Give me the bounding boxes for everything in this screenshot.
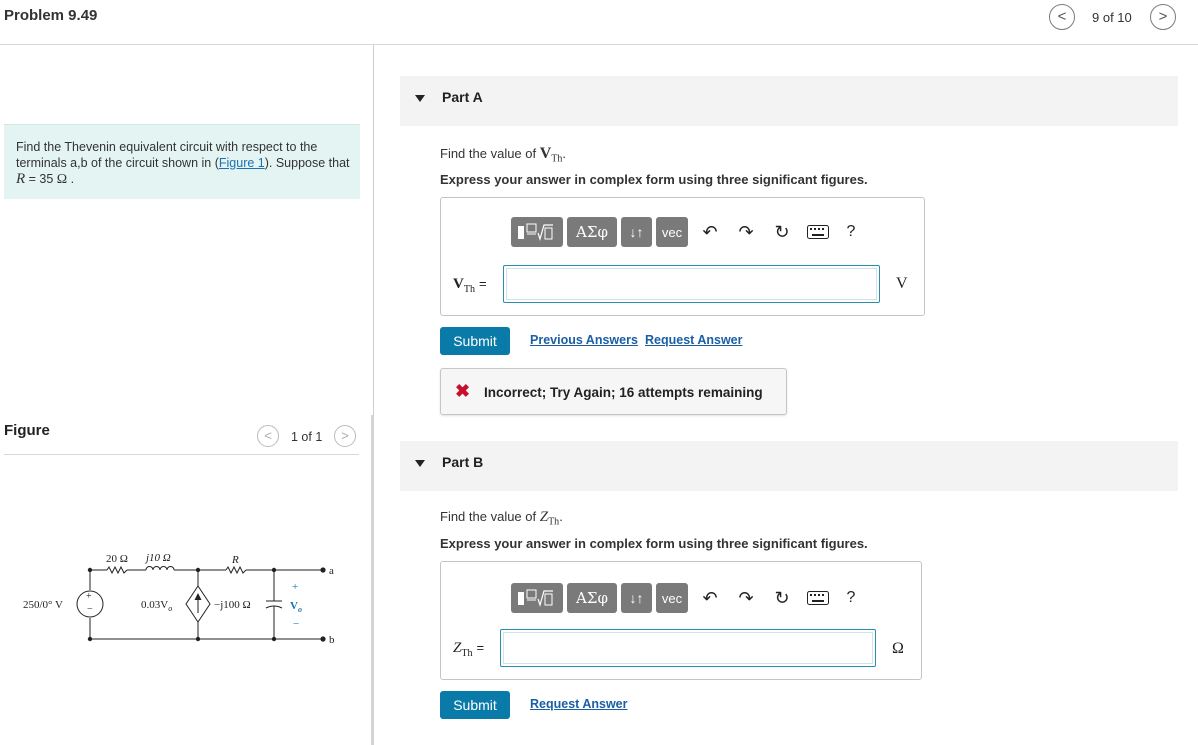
left-pane: Find the Thevenin equivalent circuit wit…	[0, 45, 373, 745]
part-b-answer-label: ZTh =	[453, 640, 485, 659]
part-a-label: Part A	[442, 89, 483, 105]
keyboard-icon[interactable]	[800, 217, 836, 247]
template-button[interactable]	[511, 583, 563, 613]
circuit-diagram: + − 20 Ω j10 Ω R a b 250/0° V 0.03Vo −j1…	[23, 552, 335, 646]
label-20ohm: 20 Ω	[106, 553, 128, 565]
figure-prev-button[interactable]: <	[257, 425, 279, 447]
template-icon	[518, 223, 553, 242]
greek-button[interactable]: ΑΣφ	[567, 217, 617, 247]
label-capacitor: −j100 Ω	[214, 599, 251, 611]
feedback-text: Incorrect; Try Again; 16 attempts remain…	[484, 385, 763, 400]
intro-text-2: ). Suppose that	[264, 156, 350, 170]
vo-plus: +	[292, 581, 298, 593]
part-a-unit: V	[896, 275, 908, 292]
collapse-arrow-icon[interactable]	[415, 95, 425, 102]
help-button[interactable]: ?	[836, 589, 866, 607]
subscript-button[interactable]: ↓↑	[621, 217, 652, 247]
part-b-request-answer-link[interactable]: Request Answer	[530, 697, 627, 711]
part-b-unit: Ω	[892, 640, 904, 657]
label-j10: j10 Ω	[144, 552, 171, 564]
intro-end: .	[67, 172, 75, 186]
feedback-message: ✖ Incorrect; Try Again; 16 attempts rema…	[440, 368, 787, 415]
part-a-request-answer-link[interactable]: Request Answer	[645, 333, 742, 347]
part-b-header[interactable]: Part B	[400, 441, 1178, 491]
pane-scrollbar[interactable]	[371, 415, 374, 745]
greek-button[interactable]: ΑΣφ	[567, 583, 617, 613]
part-b-answer-box: ΑΣφ ↓↑ vec ↶ ↷ ↻ ? ZTh = Ω	[440, 561, 922, 680]
undo-icon[interactable]: ↶	[692, 217, 728, 247]
problem-header: Problem 9.49 < 9 of 10 >	[0, 0, 1198, 45]
figure-divider	[4, 454, 359, 455]
undo-icon[interactable]: ↶	[692, 583, 728, 613]
subscript-button[interactable]: ↓↑	[621, 583, 652, 613]
label-r: R	[231, 554, 239, 566]
prev-problem-button[interactable]: <	[1049, 4, 1075, 30]
vo-minus: −	[293, 618, 299, 630]
label-vo: Vo	[290, 600, 302, 614]
vector-button[interactable]: vec	[656, 583, 688, 613]
problem-intro: Find the Thevenin equivalent circuit wit…	[4, 124, 360, 199]
part-b-question: Find the value of ZTh.	[440, 509, 563, 528]
intro-eq: = 35	[25, 172, 57, 186]
part-b-answer-input[interactable]	[500, 629, 876, 667]
next-problem-button[interactable]: >	[1150, 4, 1176, 30]
template-button[interactable]	[511, 217, 563, 247]
part-a-answer-input[interactable]	[503, 265, 880, 303]
vector-button[interactable]: vec	[656, 217, 688, 247]
figure-link[interactable]: Figure 1	[219, 156, 265, 170]
collapse-arrow-icon[interactable]	[415, 460, 425, 467]
figure-next-button[interactable]: >	[334, 425, 356, 447]
part-a-header[interactable]: Part A	[400, 76, 1178, 126]
previous-answers-link[interactable]: Previous Answers	[530, 333, 638, 347]
part-a-answer-box: ΑΣφ ↓↑ vec ↶ ↷ ↻ ? VTh = V	[440, 197, 925, 316]
intro-var-r: R	[16, 171, 26, 187]
part-a-toolbar: ΑΣφ ↓↑ vec ↶ ↷ ↻ ?	[511, 217, 866, 247]
reset-icon[interactable]: ↻	[764, 583, 800, 613]
src-minus: −	[87, 604, 93, 615]
part-a-question: Find the value of VTh.	[440, 145, 567, 165]
part-a-instruction: Express your answer in complex form usin…	[440, 172, 868, 187]
part-a-submit-button[interactable]: Submit	[440, 327, 510, 355]
label-source: 250/0° V	[23, 599, 63, 611]
figure-count: 1 of 1	[291, 430, 323, 444]
keyboard-icon[interactable]	[800, 583, 836, 613]
help-button[interactable]: ?	[836, 223, 866, 241]
part-b-instruction: Express your answer in complex form usin…	[440, 536, 868, 551]
template-icon	[518, 589, 553, 608]
incorrect-icon: ✖	[455, 381, 471, 401]
part-a-answer-label: VTh =	[453, 276, 487, 295]
redo-icon[interactable]: ↷	[728, 217, 764, 247]
redo-icon[interactable]: ↷	[728, 583, 764, 613]
intro-unit: Ω	[56, 172, 68, 187]
label-b: b	[329, 634, 335, 646]
part-b-toolbar: ΑΣφ ↓↑ vec ↶ ↷ ↻ ?	[511, 583, 866, 613]
src-plus: +	[86, 591, 92, 602]
reset-icon[interactable]: ↻	[764, 217, 800, 247]
part-b-submit-button[interactable]: Submit	[440, 691, 510, 719]
label-a: a	[329, 565, 334, 577]
part-b-label: Part B	[442, 454, 484, 470]
figure-title: Figure	[4, 422, 50, 439]
problem-title: Problem 9.49	[4, 7, 98, 24]
label-dependent: 0.03Vo	[141, 599, 172, 613]
problem-count: 9 of 10	[1092, 10, 1132, 25]
